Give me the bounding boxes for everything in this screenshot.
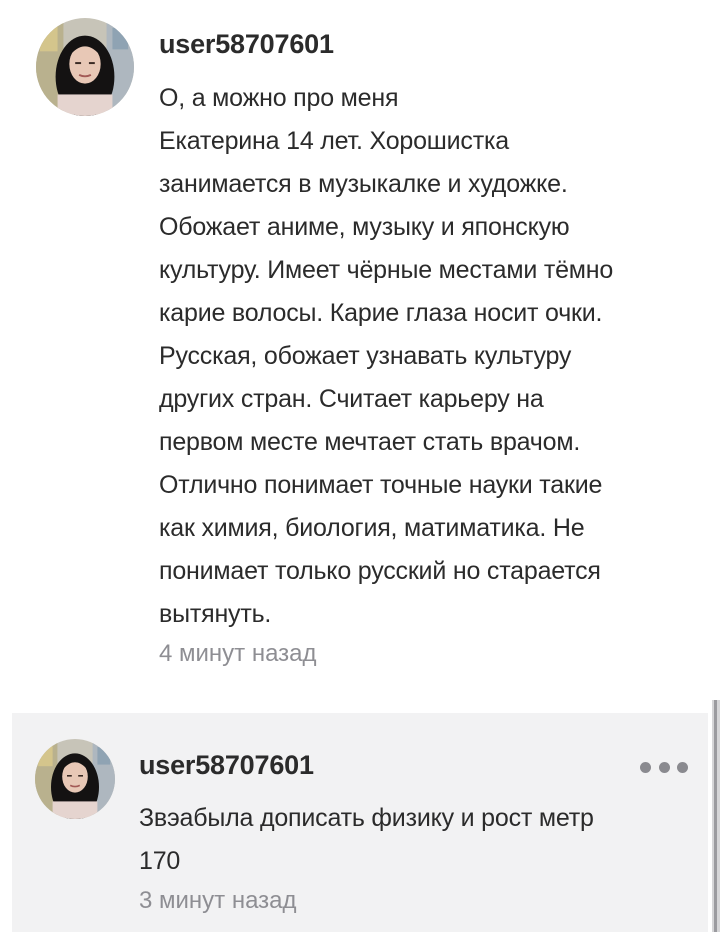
avatar[interactable]: [35, 739, 115, 819]
username[interactable]: user58707601: [159, 26, 699, 62]
reply-comment-item: user58707601 Звэабыла дописать физику и …: [12, 713, 708, 932]
timestamp: 4 минут назад: [159, 640, 317, 667]
more-options-icon[interactable]: [640, 757, 688, 777]
comment-item: user58707601 О, а можно про меня Екатери…: [0, 0, 720, 700]
comments-screen: user58707601 О, а можно про меня Екатери…: [0, 0, 720, 932]
avatar[interactable]: [36, 18, 134, 116]
scrollbar[interactable]: [712, 700, 720, 932]
comment-text: О, а можно про меня Екатерина 14 лет. Хо…: [159, 84, 614, 628]
more-dot: [677, 761, 688, 773]
timestamp: 3 минут назад: [139, 887, 297, 914]
comment-text: Звэабыла дописать физику и рост метр 170: [139, 804, 594, 875]
more-dot: [658, 761, 670, 773]
comment-body: user58707601 Звэабыла дописать физику и …: [139, 747, 699, 919]
avatar-photo-icon: [35, 739, 115, 819]
avatar-photo-icon: [36, 18, 134, 116]
username[interactable]: user58707601: [139, 747, 699, 783]
comment-body: user58707601 О, а можно про меня Екатери…: [159, 26, 699, 672]
more-dot: [640, 761, 651, 773]
